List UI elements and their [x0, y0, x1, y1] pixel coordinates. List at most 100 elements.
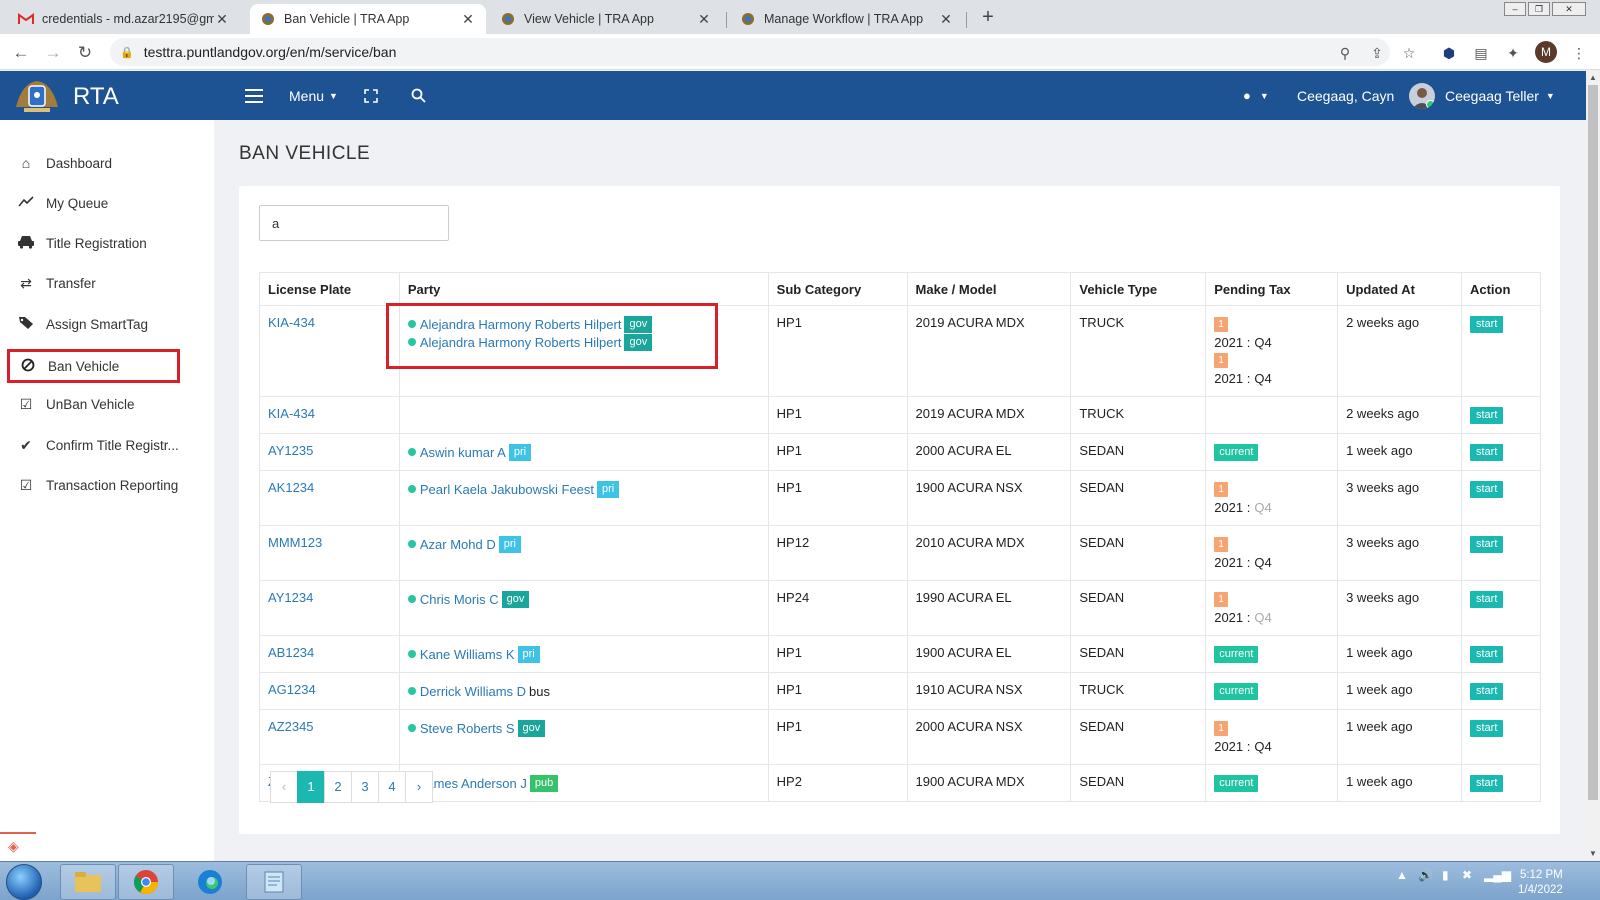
start-button[interactable]: start: [1469, 683, 1504, 700]
browser-tab-ban-vehicle[interactable]: Ban Vehicle | TRA App ✕: [250, 4, 486, 34]
close-tab-icon[interactable]: ✕: [696, 11, 712, 28]
bookmark-star-icon[interactable]: ☆: [1399, 43, 1419, 63]
volume-icon[interactable]: 🔊: [1418, 868, 1433, 882]
party-name-link[interactable]: Kane Williams K: [420, 647, 515, 662]
party-name-link[interactable]: Azar Mohd D: [420, 537, 496, 552]
party-name-link[interactable]: Chris Moris C: [420, 592, 499, 607]
file-explorer-icon[interactable]: [60, 864, 116, 900]
license-plate-link[interactable]: AB1234: [268, 645, 314, 660]
prev-page-button[interactable]: ‹: [270, 771, 298, 803]
network-error-icon[interactable]: ✖: [1462, 868, 1472, 882]
scroll-thumb[interactable]: [1588, 85, 1598, 800]
column-header[interactable]: Sub Category: [767, 272, 908, 306]
minimize-icon[interactable]: ‒: [1504, 2, 1526, 16]
close-tab-icon[interactable]: ✕: [938, 11, 954, 28]
profile-avatar[interactable]: M: [1535, 41, 1557, 63]
start-button[interactable]: start: [1469, 720, 1504, 737]
tray-arrow-icon[interactable]: ▲: [1396, 868, 1408, 882]
license-plate-link[interactable]: AY1234: [268, 590, 313, 605]
start-button[interactable]: start: [1469, 481, 1504, 498]
sidebar-item-my-queue[interactable]: My Queue: [16, 188, 108, 218]
sidebar-item-unban-vehicle[interactable]: ☑ UnBan Vehicle: [16, 389, 135, 419]
sidebar-item-transaction-reporting[interactable]: ☑ Transaction Reporting: [16, 470, 179, 500]
page-button[interactable]: 4: [378, 771, 406, 803]
search-input[interactable]: [259, 205, 449, 241]
start-button[interactable]: start: [1469, 316, 1504, 333]
edge-icon[interactable]: [182, 864, 238, 900]
user-profile-dropdown[interactable]: Ceegaag Teller ▼: [1409, 71, 1555, 120]
share-icon[interactable]: ⇪: [1367, 43, 1387, 63]
battery-icon[interactable]: ▮: [1442, 868, 1449, 882]
windows-start-icon[interactable]: [6, 864, 42, 900]
party-name-link[interactable]: James Anderson J: [420, 776, 527, 791]
page-scrollbar[interactable]: ▲ ▼: [1586, 71, 1600, 861]
party-name-link[interactable]: Derrick Williams D: [420, 684, 526, 699]
start-button[interactable]: start: [1469, 536, 1504, 553]
license-plate-link[interactable]: AY1235: [268, 443, 313, 458]
party-name-link[interactable]: Steve Roberts S: [420, 721, 515, 736]
column-header[interactable]: License Plate: [259, 272, 400, 306]
clipboard-icon[interactable]: ▤: [1471, 43, 1491, 63]
zoom-icon[interactable]: ⚲: [1335, 43, 1355, 63]
column-header[interactable]: Make / Model: [906, 272, 1072, 306]
sidebar-item-transfer[interactable]: ⇄ Transfer: [16, 268, 96, 298]
browser-menu-icon[interactable]: ⋮: [1569, 43, 1589, 63]
start-button[interactable]: start: [1469, 775, 1504, 792]
close-tab-icon[interactable]: ✕: [460, 11, 476, 28]
scroll-up-icon[interactable]: ▲: [1586, 71, 1600, 85]
start-button[interactable]: start: [1469, 646, 1504, 663]
page-button[interactable]: 3: [351, 771, 379, 803]
license-plate-link[interactable]: KIA-434: [268, 315, 315, 330]
url-field[interactable]: 🔒 testtra.puntlandgov.org/en/m/service/b…: [110, 38, 1390, 66]
sidebar-item-dashboard[interactable]: ⌂ Dashboard: [16, 148, 112, 178]
party-name-link[interactable]: Pearl Kaela Jakubowski Feest: [420, 482, 594, 497]
hamburger-icon[interactable]: [245, 71, 263, 120]
sidebar-item-title-registration[interactable]: Title Registration: [16, 228, 147, 258]
laravel-debug-icon[interactable]: ◈: [0, 832, 36, 860]
column-header[interactable]: Updated At: [1337, 272, 1462, 306]
browser-tab-manage-workflow[interactable]: Manage Workflow | TRA App ✕: [730, 4, 964, 34]
page-title: BAN VEHICLE: [239, 143, 371, 164]
extensions-puzzle-icon[interactable]: ✦: [1503, 43, 1523, 63]
close-window-icon[interactable]: ✕: [1552, 2, 1586, 16]
sidebar-item-ban-vehicle[interactable]: Ban Vehicle: [7, 349, 180, 383]
party-name-link[interactable]: Aswin kumar A: [420, 445, 506, 460]
fullscreen-icon[interactable]: [364, 71, 378, 120]
chrome-icon[interactable]: [118, 864, 174, 900]
column-header[interactable]: Action: [1460, 272, 1542, 306]
reload-icon[interactable]: ↻: [74, 42, 96, 64]
close-tab-icon[interactable]: ✕: [214, 11, 230, 28]
start-button[interactable]: start: [1469, 407, 1504, 424]
browser-tab-gmail[interactable]: credentials - md.azar2195@gmai ✕: [8, 4, 240, 34]
system-clock[interactable]: 5:12 PM 1/4/2022: [1518, 868, 1563, 898]
page-button[interactable]: 1: [297, 771, 325, 803]
start-button[interactable]: start: [1469, 591, 1504, 608]
license-plate-link[interactable]: AK1234: [268, 480, 314, 495]
column-header[interactable]: Pending Tax: [1205, 272, 1339, 306]
signal-icon[interactable]: ▂▄▆: [1484, 868, 1511, 882]
forward-icon[interactable]: →: [42, 42, 64, 64]
column-header[interactable]: Vehicle Type: [1070, 272, 1207, 306]
start-button[interactable]: start: [1469, 444, 1504, 461]
column-header[interactable]: Party: [398, 272, 769, 306]
page-button[interactable]: 2: [324, 771, 352, 803]
user-menu-icon[interactable]: ● ▼: [1243, 71, 1269, 120]
search-icon[interactable]: [411, 71, 426, 120]
license-plate-link[interactable]: MMM123: [268, 535, 322, 550]
restore-icon[interactable]: ❐: [1528, 2, 1550, 16]
browser-tab-view-vehicle[interactable]: View Vehicle | TRA App ✕: [490, 4, 722, 34]
tax-period-line: 2021 : Q4: [1214, 553, 1329, 571]
new-tab-icon[interactable]: +: [976, 6, 1000, 29]
menu-dropdown[interactable]: Menu ▼: [289, 71, 338, 120]
scroll-down-icon[interactable]: ▼: [1586, 847, 1600, 861]
next-page-button[interactable]: ›: [405, 771, 433, 803]
sidebar-item-assign-smarttag[interactable]: Assign SmartTag: [16, 309, 148, 339]
tax-quarter: Q4: [1254, 554, 1272, 570]
sidebar-item-confirm-title-registration[interactable]: ✔ Confirm Title Registr...: [16, 430, 179, 460]
extension-shield-icon[interactable]: ⬢: [1439, 43, 1459, 63]
license-plate-link[interactable]: AG1234: [268, 682, 316, 697]
back-icon[interactable]: ←: [10, 42, 32, 64]
notepad-icon[interactable]: [246, 864, 302, 900]
license-plate-link[interactable]: KIA-434: [268, 406, 315, 421]
license-plate-link[interactable]: AZ2345: [268, 719, 314, 734]
